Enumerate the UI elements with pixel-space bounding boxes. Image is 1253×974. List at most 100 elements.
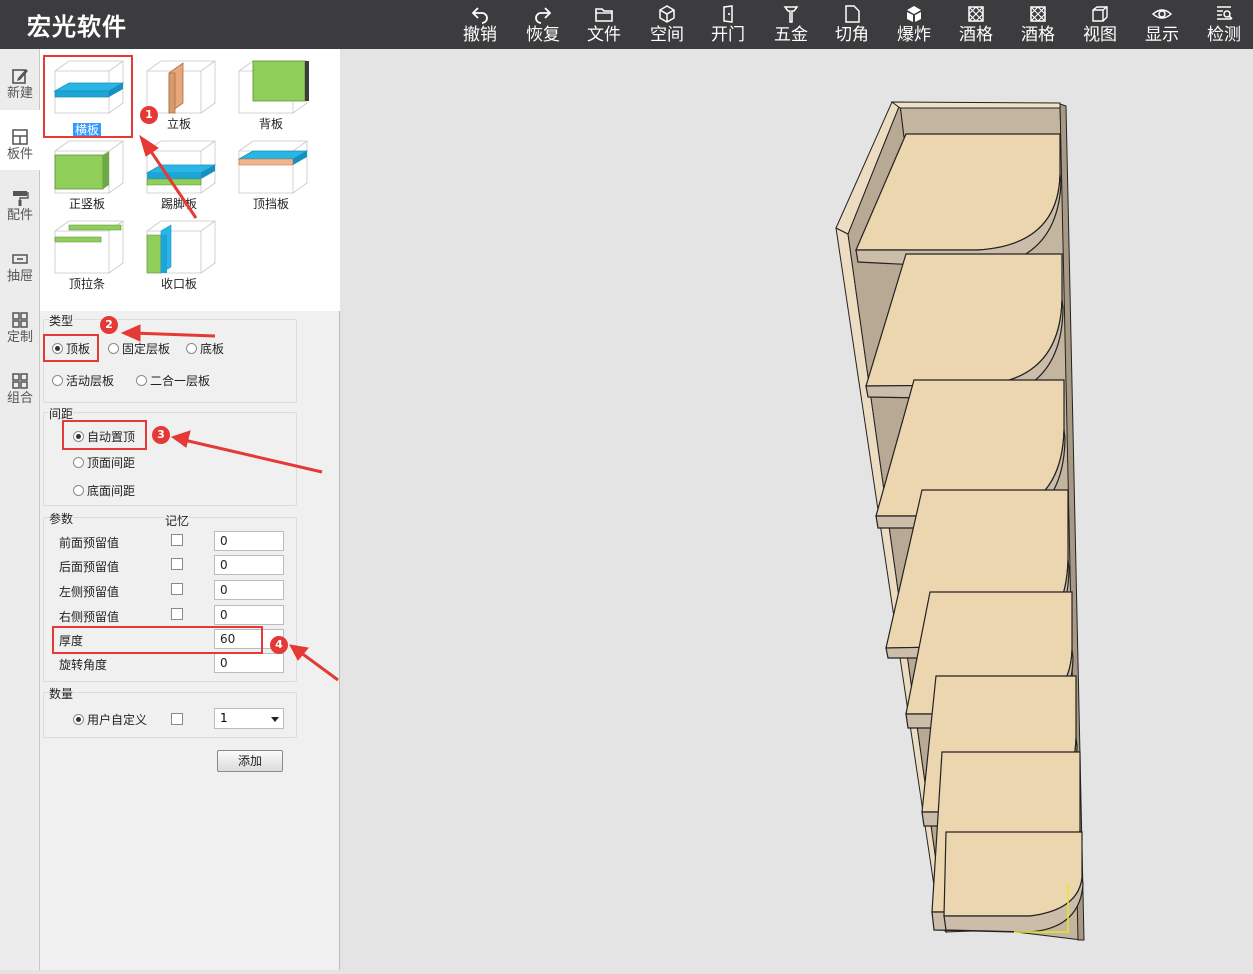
nav-custom[interactable]: 定制 — [0, 293, 40, 353]
wine-rack-button-1[interactable]: 酒格 — [948, 3, 1004, 45]
3d-viewport[interactable] — [341, 49, 1253, 970]
inspect-button[interactable]: 检测 — [1196, 3, 1252, 45]
type-option-fixed-shelf-label: 固定层板 — [122, 342, 171, 356]
gallery-item-front-vertical[interactable]: 正竖板 — [43, 137, 131, 217]
param-row-front-reserve: 前面预留值 — [40, 530, 340, 552]
cut-corner-button[interactable]: 切角 — [824, 3, 880, 45]
quantity-option-custom[interactable]: 用户自定义 — [73, 711, 147, 728]
radio-checked-icon — [52, 343, 63, 354]
nav-board[interactable]: 板件 — [0, 110, 40, 170]
display-button[interactable]: 显示 — [1134, 3, 1190, 45]
nav-custom-label: 定制 — [6, 330, 33, 345]
gallery-label-kickboard: 踢脚板 — [160, 197, 197, 211]
back-reserve-input[interactable] — [214, 555, 284, 575]
undo-icon — [471, 7, 488, 24]
radio-checked-icon — [73, 431, 84, 442]
radio-icon — [186, 343, 197, 354]
quantity-group-title: 数量 — [49, 685, 74, 702]
cabinet-model — [835, 101, 1085, 941]
spacing-option-auto-top[interactable]: 自动置顶 — [73, 428, 135, 445]
type-option-bottom[interactable]: 底板 — [186, 340, 224, 357]
gallery-label-top-rail: 顶拉条 — [68, 277, 105, 291]
type-option-bottom-label: 底板 — [200, 342, 225, 356]
type-option-two-in-one[interactable]: 二合一层板 — [136, 372, 210, 389]
wine-rack-icon — [1030, 6, 1046, 22]
type-option-fixed-shelf[interactable]: 固定层板 — [108, 340, 170, 357]
radio-icon — [108, 343, 119, 354]
cut-corner-icon — [845, 5, 860, 23]
left-reserve-input[interactable] — [214, 580, 284, 600]
file-button[interactable]: 文件 — [576, 3, 632, 45]
spacing-option-auto-top-label: 自动置顶 — [87, 430, 136, 444]
spacing-option-top-gap[interactable]: 顶面间距 — [73, 454, 135, 471]
nav-combine-label: 组合 — [6, 391, 33, 406]
gallery-item-back[interactable]: 背板 — [227, 57, 315, 137]
nav-new[interactable]: 新建 — [0, 49, 40, 109]
quantity-select[interactable]: 1 — [214, 708, 284, 729]
memory-checkbox[interactable] — [171, 608, 183, 620]
gallery-item-horizontal[interactable]: 横板 — [43, 57, 131, 137]
cut-corner-label: 切角 — [835, 25, 869, 45]
top-baffle-icon — [237, 140, 309, 194]
gallery-item-kickboard[interactable]: 踢脚板 — [135, 137, 223, 217]
open-door-button[interactable]: 开门 — [700, 3, 756, 45]
add-button[interactable]: 添加 — [217, 750, 283, 772]
wine-rack-button-2[interactable]: 酒格 — [1010, 3, 1066, 45]
radio-icon — [73, 485, 84, 496]
eye-icon — [1152, 9, 1172, 19]
undo-button[interactable]: 撤销 — [452, 3, 508, 45]
param-row-left-reserve: 左侧预留值 — [40, 579, 340, 601]
nav-accessory[interactable]: 配件 — [0, 171, 40, 231]
view-button[interactable]: 视图 — [1072, 3, 1128, 45]
thickness-input[interactable] — [214, 629, 284, 649]
memory-checkbox[interactable] — [171, 558, 183, 570]
gallery-label-top-baffle: 顶挡板 — [252, 197, 289, 211]
memory-checkbox[interactable] — [171, 713, 183, 725]
quantity-option-custom-label: 用户自定义 — [87, 713, 148, 727]
type-option-movable-shelf[interactable]: 活动层板 — [52, 372, 114, 389]
hardware-label: 五金 — [774, 25, 808, 45]
edit-icon — [12, 69, 28, 84]
nav-drawer[interactable]: 抽屉 — [0, 232, 40, 292]
gallery-item-top-rail[interactable]: 顶拉条 — [43, 217, 131, 297]
gallery-item-top-baffle[interactable]: 顶挡板 — [227, 137, 315, 217]
gallery-label-back: 背板 — [258, 117, 283, 131]
front-reserve-input[interactable] — [214, 531, 284, 551]
gallery-label-vertical: 立板 — [166, 117, 191, 131]
memory-checkbox[interactable] — [171, 534, 183, 546]
grid-icon — [12, 373, 28, 389]
right-reserve-input[interactable] — [214, 605, 284, 625]
top-rail-icon — [54, 220, 124, 274]
gallery-label-horizontal: 横板 — [72, 123, 101, 137]
space-button[interactable]: 空间 — [639, 3, 695, 45]
closing-board-icon — [146, 220, 216, 274]
top-toolbar: 宏光软件 撤销 恢复 文件 空间 开门 五金 切角 爆炸 酒格 酒格 视图 显示… — [0, 0, 1253, 49]
type-group-title: 类型 — [49, 312, 74, 329]
spacing-group-title: 间距 — [49, 405, 74, 422]
memory-checkbox[interactable] — [171, 583, 183, 595]
hardware-button[interactable]: 五金 — [763, 3, 819, 45]
param-label: 后面预留值 — [59, 560, 120, 574]
explode-button[interactable]: 爆炸 — [886, 3, 942, 45]
spacing-option-top-gap-label: 顶面间距 — [87, 456, 136, 470]
folder-icon — [595, 8, 613, 22]
param-row-back-reserve: 后面预留值 — [40, 554, 340, 576]
inspect-label: 检测 — [1207, 25, 1241, 45]
inspect-icon — [1217, 6, 1233, 20]
param-label: 左侧预留值 — [59, 585, 120, 599]
vertical-board-icon — [146, 60, 216, 114]
param-row-rotation: 旋转角度 — [40, 652, 340, 674]
param-label: 厚度 — [59, 634, 84, 648]
gallery-item-closing[interactable]: 收口板 — [135, 217, 223, 297]
params-group-title: 参数 — [49, 510, 74, 527]
nav-combine[interactable]: 组合 — [0, 354, 40, 414]
spacing-option-bottom-gap[interactable]: 底面间距 — [73, 482, 135, 499]
redo-button[interactable]: 恢复 — [515, 3, 571, 45]
wine-rack-label-2: 酒格 — [1021, 25, 1055, 45]
rotation-input[interactable] — [214, 653, 284, 673]
type-option-top[interactable]: 顶板 — [52, 340, 90, 357]
gallery-item-vertical[interactable]: 立板 — [135, 57, 223, 137]
type-option-movable-shelf-label: 活动层板 — [66, 374, 115, 388]
left-nav: 新建 板件 配件 抽屉 定制 组合 — [0, 49, 40, 970]
hardware-icon — [783, 6, 799, 23]
